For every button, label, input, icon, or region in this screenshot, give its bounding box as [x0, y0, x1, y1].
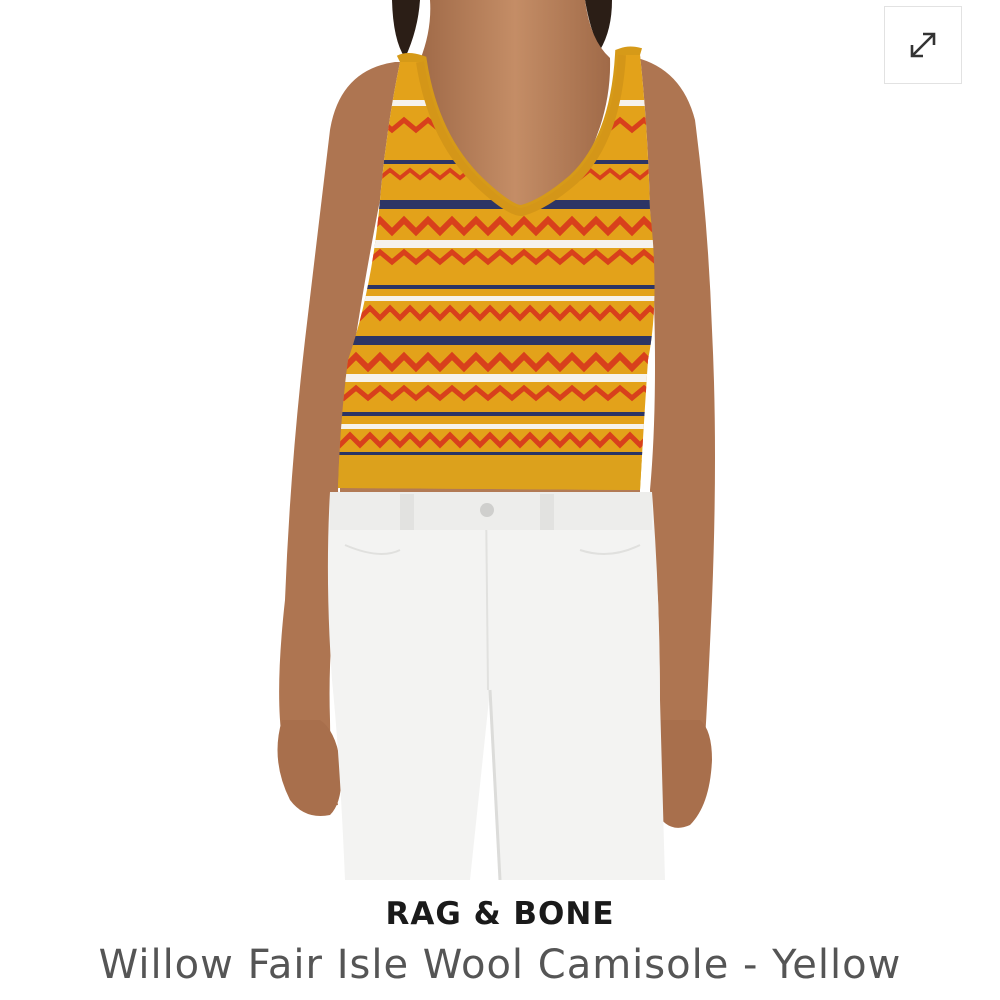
product-brand[interactable]: RAG & BONE	[0, 896, 1000, 932]
expand-diagonal-arrows-icon	[910, 32, 936, 58]
hair-left	[392, 0, 420, 58]
product-title: Willow Fair Isle Wool Camisole - Yellow	[98, 942, 902, 988]
product-photo	[277, 0, 715, 880]
product-page: RAG & BONE Willow Fair Isle Wool Camisol…	[0, 0, 1000, 1000]
expand-image-button[interactable]	[884, 6, 962, 84]
product-image[interactable]	[0, 0, 1000, 880]
